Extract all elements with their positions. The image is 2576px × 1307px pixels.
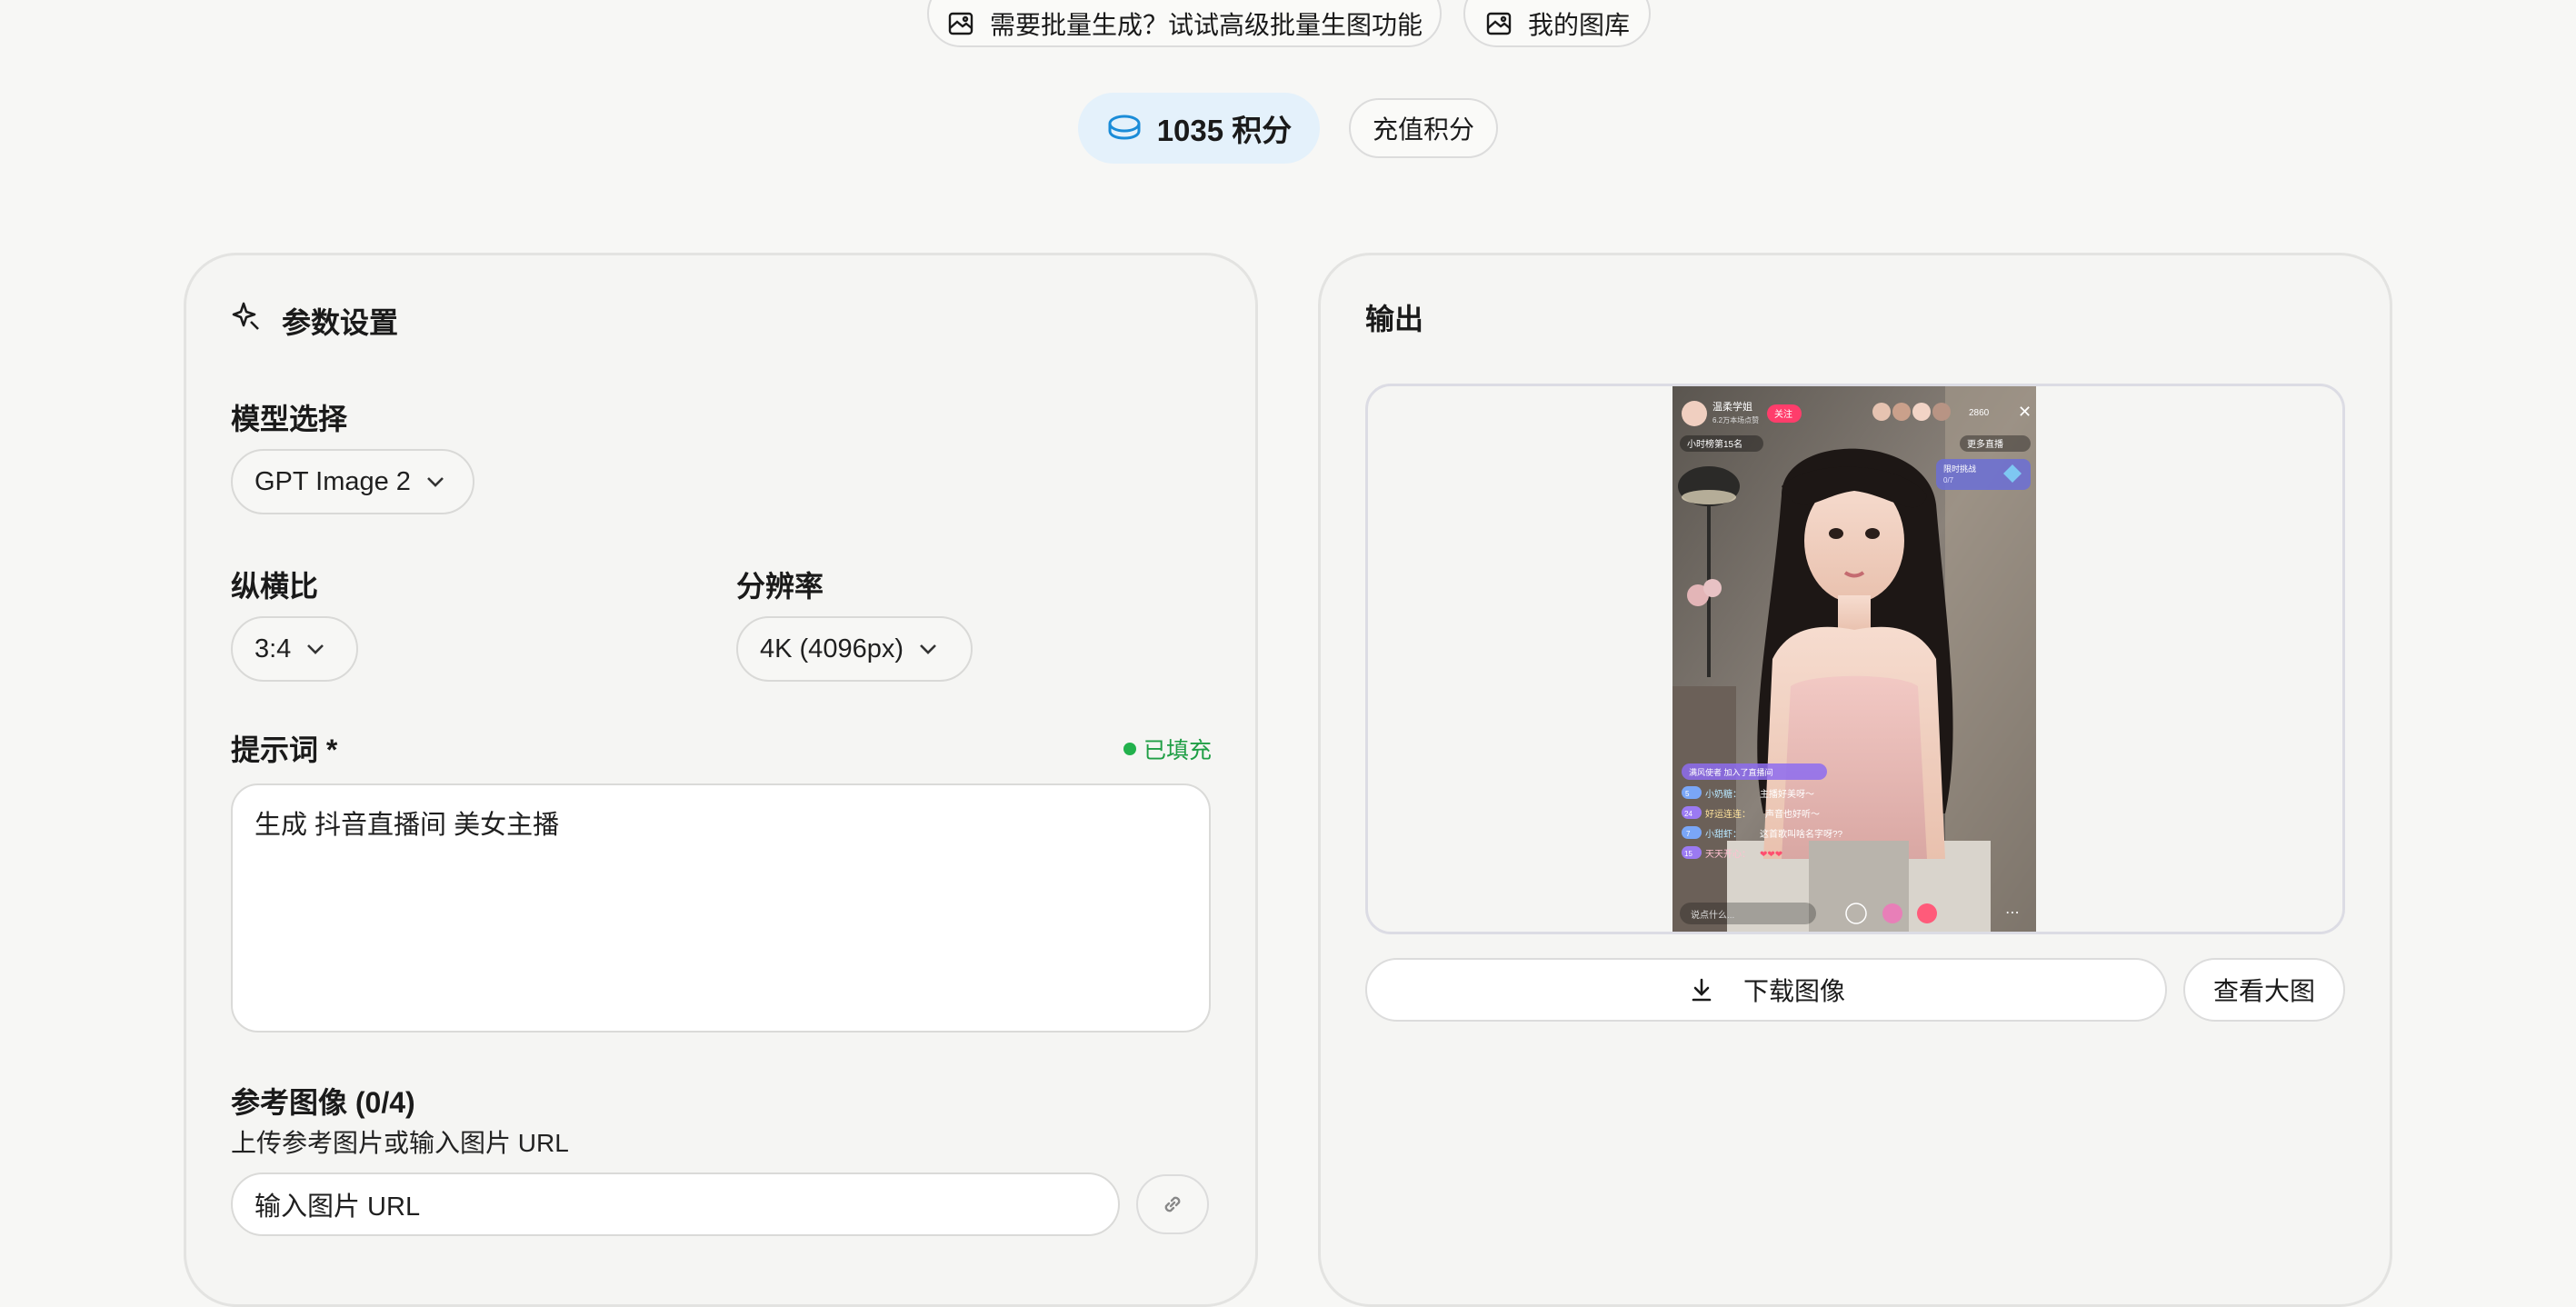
coin-icon: [1106, 113, 1143, 144]
streamer-name: 温柔学姐: [1712, 400, 1752, 413]
aspect-ratio-select[interactable]: 3:4: [231, 616, 358, 682]
chevron-down-icon: [918, 643, 938, 655]
credits-badge: 1035 积分: [1078, 93, 1320, 164]
resolution-value: 4K (4096px): [760, 634, 904, 663]
aspect-ratio-value: 3:4: [255, 634, 292, 663]
parameters-title: 参数设置: [282, 306, 399, 339]
chat-user: 小甜虾：: [1705, 828, 1742, 840]
chat-text: ❤❤❤: [1760, 850, 1782, 860]
batch-generate-button[interactable]: 需要批量生成？试试高级批量生图功能: [927, 0, 1442, 47]
link-url-button[interactable]: [1136, 1174, 1209, 1234]
output-title: 输出: [1365, 303, 1424, 335]
recharge-label: 充值积分: [1372, 115, 1474, 144]
close-icon[interactable]: ✕: [2018, 403, 2032, 421]
chat-badge: 15: [1684, 850, 1692, 858]
challenge-title: 限时挑战: [1943, 464, 1976, 474]
link-icon: [1160, 1192, 1185, 1217]
chat-badge: 24: [1684, 810, 1692, 818]
livestream-illustration: 温柔学姐 6.2万本场点赞 关注 2860 ✕ 小时榜第15名 更多直播 限时挑…: [1672, 386, 2036, 932]
streamer-sub: 6.2万本场点赞: [1712, 415, 1759, 424]
viewer-count: 2860: [1969, 408, 1990, 418]
image-url-input[interactable]: 输入图片 URL: [231, 1172, 1120, 1236]
chevron-down-icon: [305, 643, 325, 655]
aspect-ratio-label: 纵横比: [231, 570, 319, 603]
credits-amount: 1035 积分: [1156, 114, 1293, 147]
prompt-text: 生成 抖音直播间 美女主播: [255, 811, 560, 840]
prompt-label: 提示词 *: [231, 733, 338, 766]
more-icon[interactable]: ⋯: [2005, 905, 2020, 921]
image-frame-icon: [946, 9, 975, 38]
download-icon: [1687, 975, 1716, 1004]
hour-rank: 小时榜第15名: [1687, 438, 1742, 450]
reference-hint: 上传参考图片或输入图片 URL: [231, 1129, 569, 1157]
image-url-placeholder: 输入图片 URL: [255, 1192, 421, 1222]
gallery-icon: [1484, 9, 1513, 38]
sparkle-icon: [231, 300, 262, 331]
model-select[interactable]: GPT Image 2: [231, 449, 474, 514]
view-large-label: 查看大图: [2212, 977, 2315, 1005]
chat-badge: 7: [1686, 830, 1691, 838]
gift-icon[interactable]: [1917, 903, 1937, 923]
chat-user: 天天开心：: [1705, 849, 1751, 860]
reference-label: 参考图像 (0/4): [231, 1086, 415, 1119]
gift-bag-icon[interactable]: [1882, 903, 1902, 923]
prompt-status: 已填充: [1123, 733, 1212, 765]
challenge-progress: 0/7: [1943, 476, 1954, 484]
view-large-button[interactable]: 查看大图: [2183, 958, 2345, 1022]
resolution-label: 分辨率: [736, 570, 824, 603]
download-button[interactable]: 下载图像: [1365, 958, 2167, 1022]
status-dot: [1123, 743, 1136, 755]
model-label: 模型选择: [231, 403, 348, 435]
join-notice: 满风使者 加入了直播间: [1689, 767, 1773, 777]
prompt-status-label: 已填充: [1143, 738, 1213, 763]
prompt-textarea[interactable]: 生成 抖音直播间 美女主播: [231, 783, 1211, 1033]
chevron-down-icon: [425, 475, 445, 488]
resolution-select[interactable]: 4K (4096px): [736, 616, 973, 682]
more-live[interactable]: 更多直播: [1967, 438, 2003, 450]
chat-user: 好运连连：: [1705, 808, 1751, 820]
model-value: GPT Image 2: [255, 466, 411, 496]
chat-badge: 5: [1685, 790, 1690, 798]
chat-input-placeholder: 说点什么...: [1691, 909, 1734, 921]
chat-text: 这首歌叫啥名字呀??: [1760, 828, 1843, 840]
my-gallery-label: 我的图库: [1527, 11, 1630, 39]
chat-text: 主播好美呀～: [1760, 788, 1814, 800]
download-label: 下载图像: [1742, 977, 1845, 1005]
chat-text: 声音也好听～: [1765, 808, 1820, 820]
generated-image[interactable]: 温柔学姐 6.2万本场点赞 关注 2860 ✕ 小时榜第15名 更多直播 限时挑…: [1672, 386, 2036, 932]
batch-generate-label: 需要批量生成？试试高级批量生图功能: [989, 11, 1423, 39]
recharge-button[interactable]: 充值积分: [1349, 98, 1498, 158]
chat-user: 小奶糖：: [1705, 788, 1742, 800]
follow-label: 关注: [1774, 408, 1792, 420]
my-gallery-button[interactable]: 我的图库: [1463, 0, 1651, 47]
